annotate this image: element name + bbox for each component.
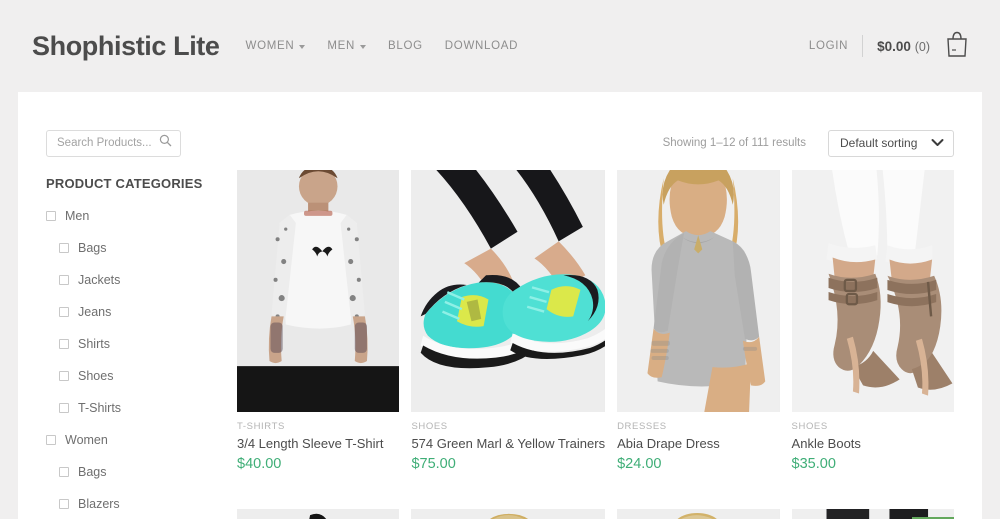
product-price: $75.00: [411, 456, 456, 472]
product-category: SHOES: [411, 421, 448, 432]
cart-amount-value: $0.00: [877, 38, 911, 54]
site-header: Shophistic Lite WOMEN MEN BLOG DOWNLOAD …: [0, 0, 1000, 92]
category-item-bags[interactable]: Bags: [46, 465, 214, 479]
sort-selected-label: Default sorting: [840, 136, 918, 150]
chevron-down-icon: [931, 136, 944, 150]
product-title[interactable]: 3/4 Length Sleeve T-Shirt: [237, 436, 399, 451]
shop-content-card: Showing 1–12 of 111 results Default sort…: [18, 92, 982, 519]
product-image[interactable]: [411, 170, 606, 412]
category-checkbox[interactable]: [59, 467, 69, 477]
category-checkbox[interactable]: [46, 211, 56, 221]
product-category: SHOES: [791, 421, 828, 432]
category-checkbox[interactable]: [59, 499, 69, 509]
product-image[interactable]: [411, 508, 606, 519]
cart-item-count: (0): [914, 39, 930, 54]
product-title[interactable]: Ankle Boots: [792, 436, 954, 451]
category-item-women[interactable]: Women: [46, 433, 214, 447]
header-divider: [862, 35, 864, 57]
product-price: $35.00: [791, 456, 836, 472]
category-label: Blazers: [78, 497, 120, 511]
shop-body: PRODUCT CATEGORIES Men Bags Jackets Jeans Sh…: [18, 164, 982, 519]
nav-item-women[interactable]: WOMEN: [246, 40, 306, 52]
product-image[interactable]: [617, 170, 780, 412]
category-checkbox[interactable]: [59, 275, 69, 285]
product-image[interactable]: [617, 508, 780, 519]
sidebar-title: PRODUCT CATEGORIES: [46, 176, 203, 191]
shopping-bag-icon[interactable]: [944, 30, 970, 63]
category-item-shoes[interactable]: Shoes: [46, 369, 214, 383]
product-card[interactable]: DRESSES Abia Drape Dress $24.00: [617, 170, 780, 491]
product-card[interactable]: [617, 508, 780, 519]
category-item-blazers[interactable]: Blazers: [46, 497, 214, 511]
product-category: T-SHIRTS: [237, 421, 285, 432]
shop-toolbar: Showing 1–12 of 111 results Default sort…: [18, 92, 982, 164]
category-label: Bags: [78, 241, 107, 255]
category-sidebar: PRODUCT CATEGORIES Men Bags Jackets Jeans Sh…: [46, 164, 214, 519]
search-input[interactable]: [55, 136, 159, 150]
product-title[interactable]: Abia Drape Dress: [617, 436, 779, 451]
category-label: Jeans: [78, 305, 112, 319]
product-price: $24.00: [617, 456, 662, 472]
product-card[interactable]: SHOES 574 Green Marl & Yellow Trainers $…: [411, 170, 606, 491]
category-label: Jackets: [78, 273, 121, 287]
product-card[interactable]: [411, 508, 606, 519]
product-card[interactable]: Sale!: [791, 508, 954, 519]
search-box[interactable]: [46, 129, 181, 157]
category-label: Women: [65, 433, 108, 447]
product-card[interactable]: [237, 508, 400, 519]
category-checkbox[interactable]: [59, 371, 69, 381]
product-title[interactable]: 574 Green Marl & Yellow Trainers: [411, 436, 605, 451]
sort-dropdown[interactable]: Default sorting: [828, 129, 954, 157]
category-item-jeans[interactable]: Jeans: [46, 305, 214, 319]
nav-label: MEN: [327, 40, 356, 52]
nav-item-download[interactable]: DOWNLOAD: [445, 40, 518, 52]
results-count: Showing 1–12 of 111 results: [662, 137, 806, 149]
chevron-down-icon: [360, 45, 367, 49]
main-navigation: WOMEN MEN BLOG DOWNLOAD: [246, 40, 519, 52]
nav-item-blog[interactable]: BLOG: [388, 40, 423, 52]
toolbar-right-group: Showing 1–12 of 111 results Default sort…: [662, 129, 954, 157]
category-label: Shirts: [78, 337, 110, 351]
category-label: T-Shirts: [78, 401, 122, 415]
cart-total[interactable]: $0.00 (0): [877, 39, 930, 54]
category-item-jackets[interactable]: Jackets: [46, 273, 214, 287]
product-image[interactable]: [791, 170, 954, 412]
category-item-t-shirts[interactable]: T-Shirts: [46, 401, 214, 415]
product-category: DRESSES: [617, 421, 667, 432]
category-item-men[interactable]: Men: [46, 209, 214, 223]
category-label: Bags: [78, 465, 107, 479]
nav-item-men[interactable]: MEN: [327, 40, 367, 52]
product-grid: T-SHIRTS 3/4 Length Sleeve T-Shirt $40.0…: [214, 164, 954, 519]
category-checkbox[interactable]: [59, 243, 69, 253]
category-checkbox[interactable]: [46, 435, 56, 445]
product-image[interactable]: [237, 508, 400, 519]
category-list: Men Bags Jackets Jeans Shirts Shoes T-Shirts Wo…: [46, 209, 214, 519]
product-card[interactable]: SHOES Ankle Boots $35.00: [791, 170, 954, 491]
product-price: $40.00: [237, 456, 282, 472]
chevron-down-icon: [299, 45, 306, 49]
category-item-bags[interactable]: Bags: [46, 241, 214, 255]
category-label: Men: [65, 209, 90, 223]
login-link[interactable]: LOGIN: [809, 40, 848, 52]
category-checkbox[interactable]: [59, 403, 69, 413]
category-checkbox[interactable]: [59, 339, 69, 349]
category-label: Shoes: [78, 369, 114, 383]
product-image[interactable]: [237, 170, 400, 412]
nav-label: WOMEN: [245, 40, 295, 52]
site-brand[interactable]: Shophistic Lite: [32, 31, 220, 62]
header-right-group: LOGIN $0.00 (0): [809, 30, 970, 63]
category-checkbox[interactable]: [59, 307, 69, 317]
category-item-shirts[interactable]: Shirts: [46, 337, 214, 351]
search-icon[interactable]: [159, 134, 172, 152]
product-card[interactable]: T-SHIRTS 3/4 Length Sleeve T-Shirt $40.0…: [237, 170, 400, 491]
